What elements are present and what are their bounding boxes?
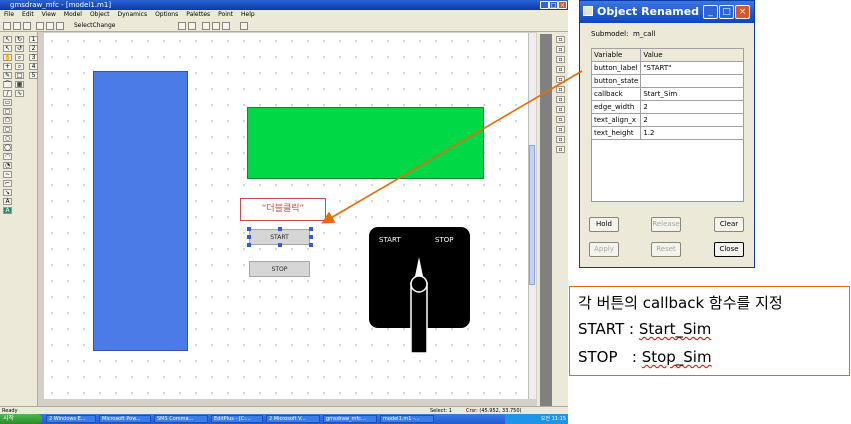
note-stop-sep: : (617, 348, 642, 366)
note-start-line: START : Start_Sim (578, 320, 711, 338)
note-stop-line: STOP : Stop_Sim (578, 348, 712, 366)
note-start-label: START (578, 320, 625, 338)
note-stop-label: STOP (578, 348, 618, 366)
note-start-sep: : (624, 320, 639, 338)
note-stop-value: Stop_Sim (641, 348, 712, 366)
note-title: 각 버튼의 callback 함수를 지정 (578, 294, 783, 312)
note-start-value: Start_Sim (638, 320, 712, 338)
